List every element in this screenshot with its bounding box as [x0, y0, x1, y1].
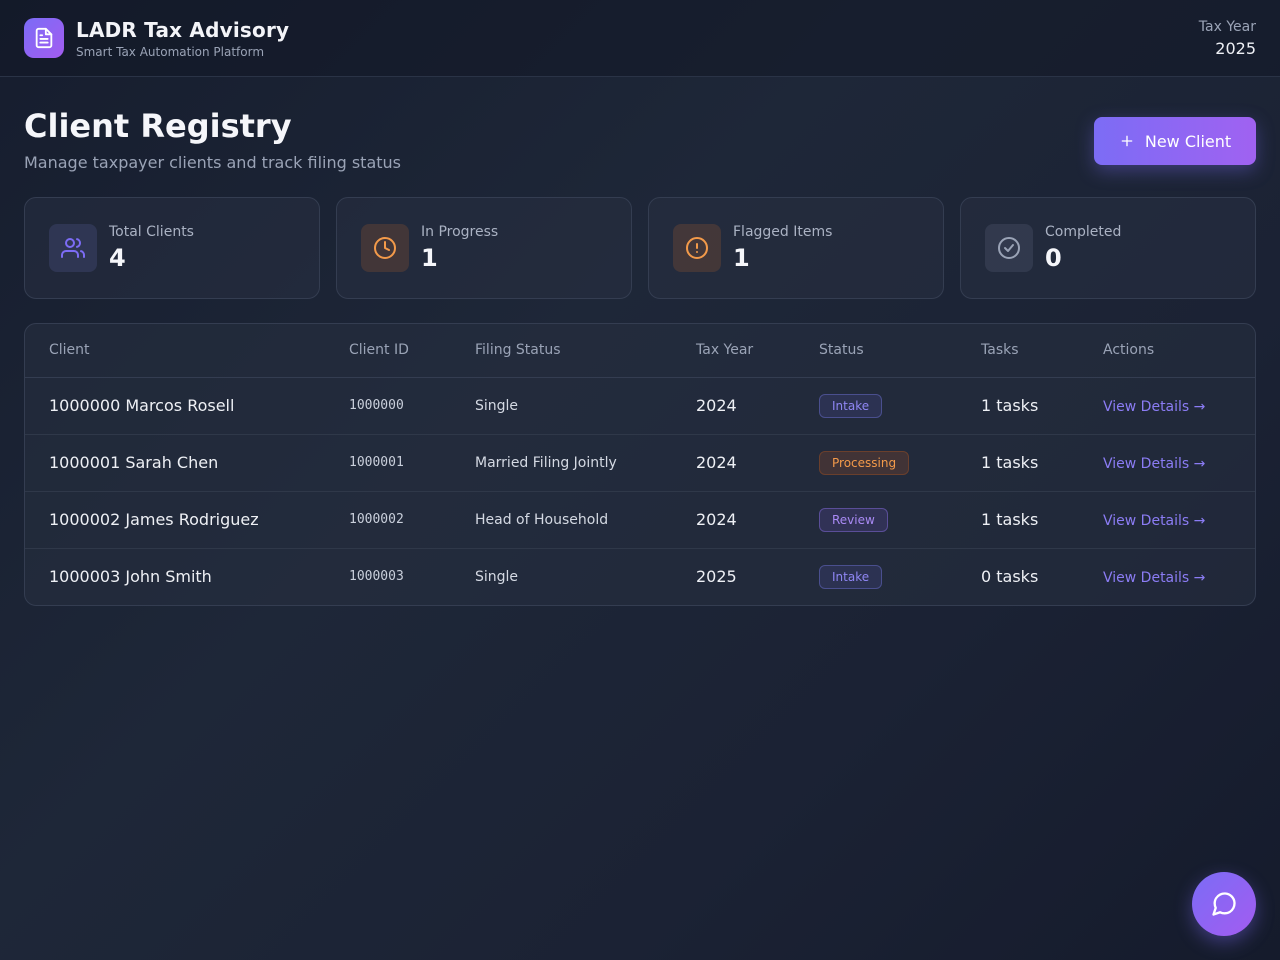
tax-year-display: Tax Year 2025 [1199, 19, 1256, 58]
app-title: LADR Tax Advisory [76, 17, 290, 42]
task-count: 0 tasks [981, 567, 1039, 587]
actions-cell: View Details → [1079, 548, 1255, 605]
column-header-client[interactable]: Client [25, 324, 325, 378]
stat-card-total-clients: Total Clients 4 [24, 197, 320, 299]
stat-card-in-progress: In Progress 1 [336, 197, 632, 299]
view-details-link[interactable]: View Details → [1103, 513, 1205, 529]
table-row[interactable]: 1000001 Sarah Chen 1000001 Married Filin… [25, 434, 1255, 492]
users-icon [49, 224, 97, 272]
status-badge: Review [819, 507, 888, 532]
page-header: Client Registry Manage taxpayer clients … [0, 77, 1280, 197]
page-title: Client Registry [24, 107, 292, 145]
column-header-actions: Actions [1079, 324, 1255, 378]
app-subtitle: Smart Tax Automation Platform [76, 44, 265, 59]
client-name: 1000001 Sarah Chen [25, 434, 325, 492]
table-header-row: Client Client ID Filing Status Tax Year … [25, 324, 1255, 378]
stat-card-completed: Completed 0 [960, 197, 1256, 299]
client-table: Client Client ID Filing Status Tax Year … [24, 323, 1256, 606]
column-header-client-id[interactable]: Client ID [325, 324, 451, 378]
stats-row: Total Clients 4 In Progress 1 Flagged It… [0, 197, 1280, 299]
stat-value: 1 [421, 244, 438, 272]
status-badge: Intake [819, 564, 883, 589]
client-id: 1000000 [325, 377, 451, 435]
column-header-tax-year[interactable]: Tax Year [672, 324, 795, 378]
column-header-filing-status[interactable]: Filing Status [451, 324, 672, 378]
page-subtitle: Manage taxpayer clients and track filing… [24, 153, 401, 172]
check-circle-icon [985, 224, 1033, 272]
new-client-label: New Client [1144, 131, 1232, 151]
stat-value: 0 [1045, 244, 1062, 272]
client-name: 1000000 Marcos Rosell [25, 377, 325, 435]
plus-icon [1121, 135, 1133, 147]
chat-button[interactable] [1192, 872, 1256, 936]
column-header-status[interactable]: Status [795, 324, 957, 378]
table-row[interactable]: 1000002 James Rodriguez 1000002 Head of … [25, 491, 1255, 549]
filing-status: Single [475, 568, 519, 585]
clock-icon [361, 224, 409, 272]
view-details-link[interactable]: View Details → [1103, 399, 1205, 415]
tax-year: 2024 [672, 434, 795, 492]
client-name: 1000002 James Rodriguez [25, 491, 325, 549]
status-cell: Processing [795, 434, 957, 492]
tax-year: 2024 [672, 377, 795, 435]
client-id: 1000001 [325, 434, 451, 492]
tax-year-value: 2025 [1215, 38, 1256, 58]
table-row[interactable]: 1000000 Marcos Rosell 1000000 Single 202… [25, 377, 1255, 435]
document-icon [24, 18, 64, 58]
client-id: 1000003 [349, 569, 404, 585]
filing-status: Single [451, 377, 672, 435]
tax-year-label: Tax Year [1198, 18, 1256, 35]
status-cell: Intake [795, 548, 957, 605]
column-header-tasks[interactable]: Tasks [957, 324, 1079, 378]
stat-label: Flagged Items [733, 224, 833, 240]
tax-year: 2025 [696, 567, 737, 587]
filing-status: Head of Household [451, 491, 672, 549]
task-count: 1 tasks [957, 491, 1079, 549]
status-cell: Intake [795, 377, 957, 435]
actions-cell: View Details → [1079, 377, 1255, 435]
status-cell: Review [795, 491, 957, 549]
app-header: LADR Tax Advisory Smart Tax Automation P… [0, 0, 1280, 77]
view-details-link[interactable]: View Details → [1103, 456, 1205, 472]
task-count: 1 tasks [957, 434, 1079, 492]
status-badge: Intake [819, 393, 883, 418]
stat-value: 1 [733, 244, 750, 272]
brand: LADR Tax Advisory Smart Tax Automation P… [24, 18, 289, 59]
task-count: 1 tasks [957, 377, 1079, 435]
stat-label: Completed [1045, 224, 1122, 240]
new-client-button[interactable]: New Client [1094, 117, 1256, 165]
stat-value: 4 [109, 244, 126, 272]
client-id: 1000002 [325, 491, 451, 549]
actions-cell: View Details → [1079, 434, 1255, 492]
filing-status: Married Filing Jointly [451, 434, 672, 492]
alert-circle-icon [673, 224, 721, 272]
tax-year: 2024 [672, 491, 795, 549]
stat-label: Total Clients [109, 224, 194, 240]
table-row[interactable]: 1000003 John Smith 1000003 Single 2025 I… [25, 548, 1255, 605]
client-name: 1000003 John Smith [49, 567, 212, 587]
view-details-link[interactable]: View Details → [1103, 570, 1205, 586]
stat-card-flagged-items: Flagged Items 1 [648, 197, 944, 299]
stat-label: In Progress [421, 224, 499, 240]
actions-cell: View Details → [1079, 491, 1255, 549]
message-circle-icon [1212, 892, 1236, 916]
status-badge: Processing [819, 450, 910, 475]
